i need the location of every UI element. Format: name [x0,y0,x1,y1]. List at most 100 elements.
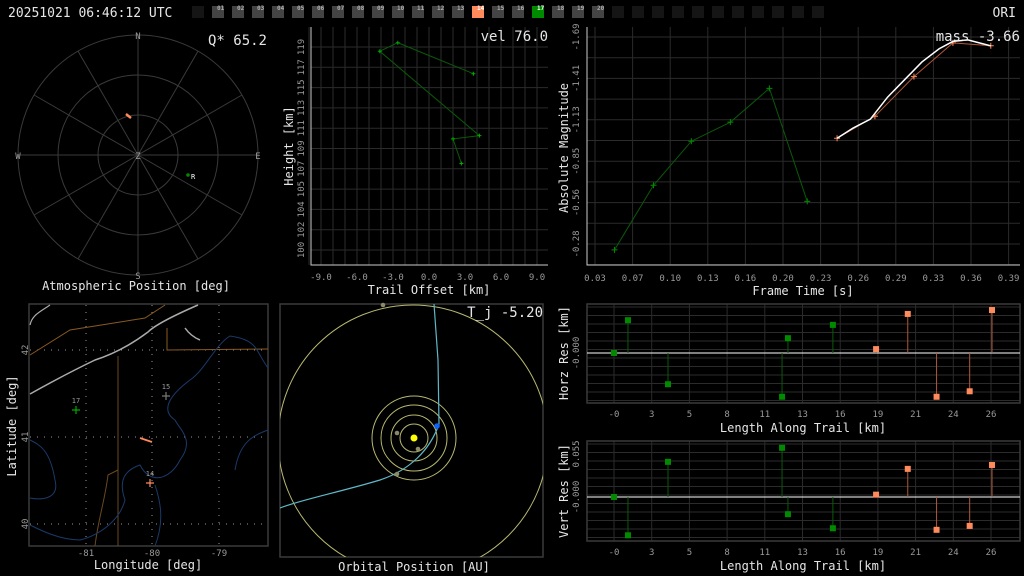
x-tick: 11 [759,548,770,558]
x-tick: 0.03 [584,274,606,284]
y-tick: 42 [21,345,31,356]
camera-07[interactable]: 07 [332,5,345,18]
y-tick: 40 [21,519,31,530]
y-axis-label: Height [km] [282,106,296,185]
camera-slot-empty [192,6,204,18]
meteoroid-orbit [280,304,440,509]
earth-icon [434,423,440,429]
orbit-frame [279,303,544,558]
y-tick: 0.055 [572,440,582,467]
x-tick: 0.16 [735,274,757,284]
y-tick: 107 [297,161,307,177]
residual-point [904,465,911,472]
orbit-title: Orbital Position [AU] [338,560,490,574]
x-tick: -79 [211,549,227,559]
camera-03[interactable]: 03 [252,5,265,18]
y-tick: 111 [297,120,307,136]
x-tick: 19 [872,548,883,558]
camera-14[interactable]: 14 [472,5,485,18]
vertical-residual-chart: -0 3 5 8 11 13 16 19 21 24 26 0.055 -0.000 Length Al… [557,440,1021,573]
velocity-value: vel 76.0 [481,29,548,45]
x-tick: 19 [872,410,883,420]
camera-12[interactable]: 12 [432,5,445,18]
camera-16[interactable]: 16 [512,5,525,18]
camera-label: 03 [257,5,265,12]
camera-02[interactable]: 02 [232,5,245,18]
x-tick: 0.29 [885,274,907,284]
camera-label: 14 [477,5,485,12]
camera-04[interactable]: 04 [272,5,285,18]
y-tick: 117 [297,59,307,75]
y-tick: 105 [297,181,307,197]
river [29,335,269,541]
x-tick: 3 [649,410,654,420]
camera-label: 10 [397,5,405,12]
camera-slot-empty [612,6,624,18]
y-tick: -0.85 [572,148,582,175]
camera-label: 07 [337,5,345,12]
camera-label: 20 [597,5,605,12]
x-tick: -0 [609,410,620,420]
camera-slot-empty [772,6,784,18]
y-tick: -1.69 [572,23,582,50]
residual-point [624,532,631,539]
x-tick: 0.13 [697,274,719,284]
camera-06[interactable]: 06 [312,5,325,18]
camera-label: 12 [437,5,445,12]
x-axis-label: Frame Time [s] [752,284,853,298]
data-point [471,71,476,76]
residual-point [665,458,671,465]
camera-10[interactable]: 10 [392,5,405,18]
magnitude-chart: 0.03 0.07 0.10 0.13 0.16 0.20 0.23 0.26 0.29 0.33… [557,23,1020,298]
camera-slot-empty [752,6,764,18]
x-tick: 3 [649,548,654,558]
camera-18[interactable]: 18 [552,5,565,18]
camera-11[interactable]: 11 [412,5,425,18]
residual-point [829,525,836,532]
camera-label: 19 [577,5,585,12]
meteor-ground-track [139,437,153,443]
camera-17[interactable]: 17 [532,5,545,18]
x-tick: 3.0 [457,273,473,283]
dashboard-canvas: 20251021 06:46:12 UTC 01 02 03 04 05 06 07 08 09… [5,5,1021,574]
camera-slot-empty [632,6,644,18]
timestamp: 20251021 06:46:12 UTC [8,6,172,21]
x-tick: 0.36 [960,274,982,284]
residual-point [779,393,786,400]
y-tick: 104 [297,201,307,217]
residual-point [624,317,631,324]
y-tick: 102 [297,222,307,238]
camera-15[interactable]: 15 [492,5,505,18]
camera-20[interactable]: 20 [592,5,605,18]
camera-slot-empty [812,6,824,18]
y-tick: -0.000 [572,337,582,370]
residual-point [933,393,940,400]
x-axis-label: Trail Offset [km] [368,283,491,297]
residual-point [784,335,791,342]
camera-05[interactable]: 05 [292,5,305,18]
camera-01[interactable]: 01 [212,5,225,18]
y-axis-label: Vert Res [km] [557,444,571,538]
data-point [395,40,400,45]
y-tick: 41 [21,432,31,443]
x-tick: 9.0 [529,273,545,283]
station-15: 15 [162,383,170,400]
camera-13[interactable]: 13 [452,5,465,18]
x-tick: 26 [986,548,997,558]
horizontal-residual-chart: -0 3 5 8 11 13 16 19 21 24 26 -0.000 Length Along T… [557,303,1021,435]
station-code: ORI [993,6,1016,21]
x-tick: 6.0 [493,273,509,283]
data-point [459,161,464,166]
camera-09[interactable]: 09 [372,5,385,18]
camera-19[interactable]: 19 [572,5,585,18]
tisserand-value: T_j -5.20 [467,305,543,321]
camera-slot-empty [652,6,664,18]
data-point [451,136,455,141]
station-marker [186,173,190,177]
x-tick: 0.20 [772,274,794,284]
camera-08[interactable]: 08 [352,5,365,18]
residual-point [989,307,995,314]
x-tick: -0 [609,548,620,558]
x-tick: 11 [759,410,770,420]
station-marker-label: R [191,173,196,181]
